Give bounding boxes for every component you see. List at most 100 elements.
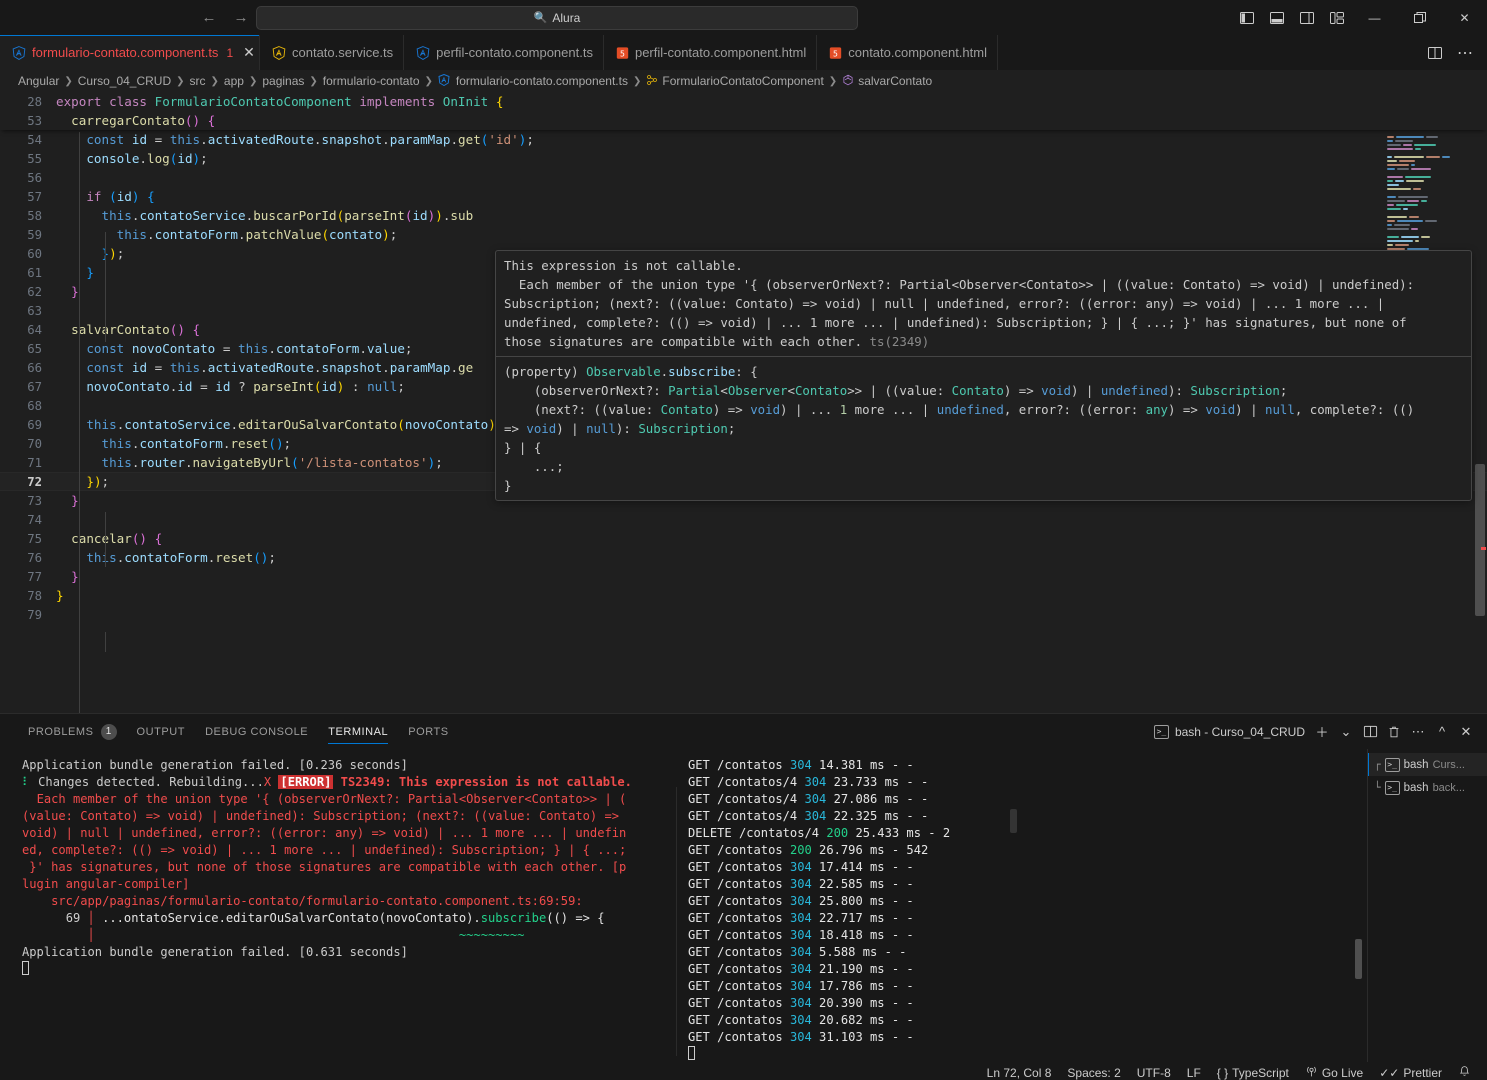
- code-line[interactable]: 78}: [0, 586, 1487, 605]
- tab-contato-service-ts[interactable]: contato.service.ts: [260, 35, 405, 70]
- toggle-secondary-sidebar-icon[interactable]: [1292, 0, 1322, 35]
- close-icon[interactable]: ✕: [243, 44, 255, 61]
- status-notifications[interactable]: [1450, 1062, 1479, 1080]
- code-editor[interactable]: 54 const id = this.activatedRoute.snapsh…: [0, 92, 1487, 713]
- new-terminal-icon[interactable]: ＋: [1311, 719, 1333, 745]
- terminal-request-line: GET /contatos 304 21.190 ms - -: [688, 962, 914, 976]
- breadcrumb-item-formulario-contato[interactable]: formulario-contato: [323, 74, 420, 88]
- terminal-output-server[interactable]: GET /contatos 304 14.381 ms - - GET /cont…: [680, 749, 1340, 1062]
- line-number: 65: [27, 341, 42, 356]
- code-line[interactable]: 75 cancelar() {: [0, 529, 1487, 548]
- hover-line-text: those signatures are compatible with eac…: [504, 334, 870, 349]
- terminal-scrollbar[interactable]: [1010, 809, 1017, 833]
- more-actions-icon[interactable]: ⋯: [1407, 719, 1429, 745]
- terminal-cursor: [22, 961, 680, 978]
- status-prettier[interactable]: ✓✓ Prettier: [1371, 1062, 1450, 1080]
- code-line[interactable]: 55 console.log(id);: [0, 149, 1487, 168]
- status-language-mode[interactable]: { } TypeScript: [1209, 1062, 1297, 1080]
- tab-problems[interactable]: PROBLEMS 1: [18, 714, 127, 749]
- status-encoding[interactable]: UTF-8: [1129, 1062, 1179, 1080]
- code-line[interactable]: 59 this.contatoForm.patchValue(contato);: [0, 225, 1487, 244]
- tab-debug-console[interactable]: DEBUG CONSOLE: [195, 714, 318, 749]
- terminal-split-divider[interactable]: [676, 787, 677, 1056]
- hover-tooltip: This expression is not callable. Each me…: [495, 250, 1472, 501]
- status-go-live[interactable]: Go Live: [1297, 1062, 1371, 1080]
- maximize-panel-icon[interactable]: ^: [1431, 719, 1453, 745]
- navigation-controls: ← →: [198, 7, 252, 29]
- tab-perfil-contato-component-ts[interactable]: perfil-contato.component.ts: [404, 35, 604, 70]
- terminal-list-item-bash-back[interactable]: └ >_ bash back...: [1368, 776, 1487, 799]
- sticky-scroll[interactable]: 28 export class FormularioContatoComponen…: [0, 92, 1487, 130]
- html5-icon: 5: [829, 46, 842, 60]
- indent-guide: [105, 632, 106, 652]
- code-line[interactable]: 77 }: [0, 567, 1487, 586]
- breadcrumb-item-angular[interactable]: Angular: [18, 74, 59, 88]
- code-line[interactable]: 76 this.contatoForm.reset();: [0, 548, 1487, 567]
- breadcrumb-item-src[interactable]: src: [190, 74, 206, 88]
- status-indentation[interactable]: Spaces: 2: [1059, 1062, 1128, 1080]
- svg-text:5: 5: [833, 48, 838, 58]
- braces-icon: { }: [1216, 1066, 1229, 1080]
- angular-icon: [416, 45, 430, 60]
- close-panel-icon[interactable]: ✕: [1455, 719, 1477, 745]
- panel-tab-label: PORTS: [408, 725, 449, 738]
- editor-scrollbar[interactable]: [1473, 92, 1487, 713]
- breadcrumb-item-paginas[interactable]: paginas: [262, 74, 304, 88]
- terminal-dropdown-icon[interactable]: ⌄: [1335, 719, 1357, 745]
- minimap-row: [1381, 228, 1473, 231]
- split-terminal-icon[interactable]: [1359, 719, 1381, 745]
- editor-scrollbar-thumb[interactable]: [1475, 464, 1485, 616]
- tab-output[interactable]: OUTPUT: [127, 714, 196, 749]
- line-content: this.contatoService.buscarPorId(parseInt…: [101, 208, 474, 223]
- code-line[interactable]: 58 this.contatoService.buscarPorId(parse…: [0, 206, 1487, 225]
- code-line[interactable]: 56: [0, 168, 1487, 187]
- terminal-request-line: GET /contatos 304 17.786 ms - -: [688, 979, 914, 993]
- terminal-scrollbar[interactable]: [1355, 939, 1362, 979]
- tab-formulario-contato-component-ts[interactable]: formulario-contato.component.ts 1 ✕: [0, 35, 260, 70]
- active-terminal-label[interactable]: >_ bash - Curso_04_CRUD: [1153, 724, 1305, 739]
- tab-ports[interactable]: PORTS: [398, 714, 458, 749]
- line-number: 74: [27, 512, 42, 527]
- minimize-button[interactable]: —: [1352, 0, 1397, 35]
- tab-contato-component-html[interactable]: 5 contato.component.html: [817, 35, 998, 70]
- terminal-output-build[interactable]: Application bundle generation failed. [0…: [0, 749, 680, 1062]
- sticky-scroll-line[interactable]: 53 carregarContato() {: [0, 111, 1487, 130]
- code-line[interactable]: 54 const id = this.activatedRoute.snapsh…: [0, 130, 1487, 149]
- terminal-list-item-bash-curso[interactable]: ┌ >_ bash Curs...: [1368, 753, 1487, 776]
- tab-perfil-contato-component-html[interactable]: 5 perfil-contato.component.html: [603, 35, 818, 70]
- minimap-row: [1381, 168, 1473, 171]
- line-content: }: [71, 569, 79, 584]
- toggle-panel-icon[interactable]: [1262, 0, 1292, 35]
- split-editor-icon[interactable]: [1421, 35, 1449, 70]
- hover-signature-line: => void) | null): Subscription;: [504, 421, 736, 436]
- status-eol[interactable]: LF: [1179, 1062, 1209, 1080]
- line-number: 56: [27, 170, 42, 185]
- breadcrumb-item-curso[interactable]: Curso_04_CRUD: [78, 74, 171, 88]
- sticky-scroll-line[interactable]: 28 export class FormularioContatoComponen…: [0, 92, 1487, 111]
- tab-terminal[interactable]: TERMINAL: [318, 714, 398, 749]
- chevron-right-icon: ❯: [424, 75, 433, 87]
- status-cursor-position[interactable]: Ln 72, Col 8: [979, 1062, 1060, 1080]
- minimap-row: [1381, 188, 1473, 191]
- breadcrumb-item-app[interactable]: app: [224, 74, 244, 88]
- breadcrumb-item-method[interactable]: salvarContato: [842, 74, 932, 89]
- forward-icon[interactable]: →: [230, 7, 252, 29]
- back-icon[interactable]: ←: [198, 7, 220, 29]
- problems-badge: 1: [100, 723, 117, 740]
- breadcrumb-item-file[interactable]: formulario-contato.component.ts: [438, 74, 628, 88]
- hover-error-code: ts(2349): [869, 334, 930, 349]
- code-line[interactable]: 74: [0, 510, 1487, 529]
- toggle-primary-sidebar-icon[interactable]: [1232, 0, 1262, 35]
- kill-terminal-icon[interactable]: [1383, 719, 1405, 745]
- maximize-button[interactable]: [1397, 0, 1442, 35]
- command-search-input[interactable]: 🔍 Alura: [256, 5, 858, 30]
- code-line[interactable]: 57 if (id) {: [0, 187, 1487, 206]
- code-line[interactable]: 79: [0, 605, 1487, 624]
- customize-layout-icon[interactable]: [1322, 0, 1352, 35]
- hover-error-section: This expression is not callable. Each me…: [496, 251, 1471, 356]
- notifications-bell-icon: [1458, 1065, 1471, 1080]
- close-button[interactable]: ✕: [1442, 0, 1487, 35]
- minimap-row: [1381, 148, 1473, 151]
- breadcrumb-item-class[interactable]: FormularioContatoComponent: [646, 74, 824, 89]
- more-actions-icon[interactable]: ⋯: [1451, 35, 1479, 70]
